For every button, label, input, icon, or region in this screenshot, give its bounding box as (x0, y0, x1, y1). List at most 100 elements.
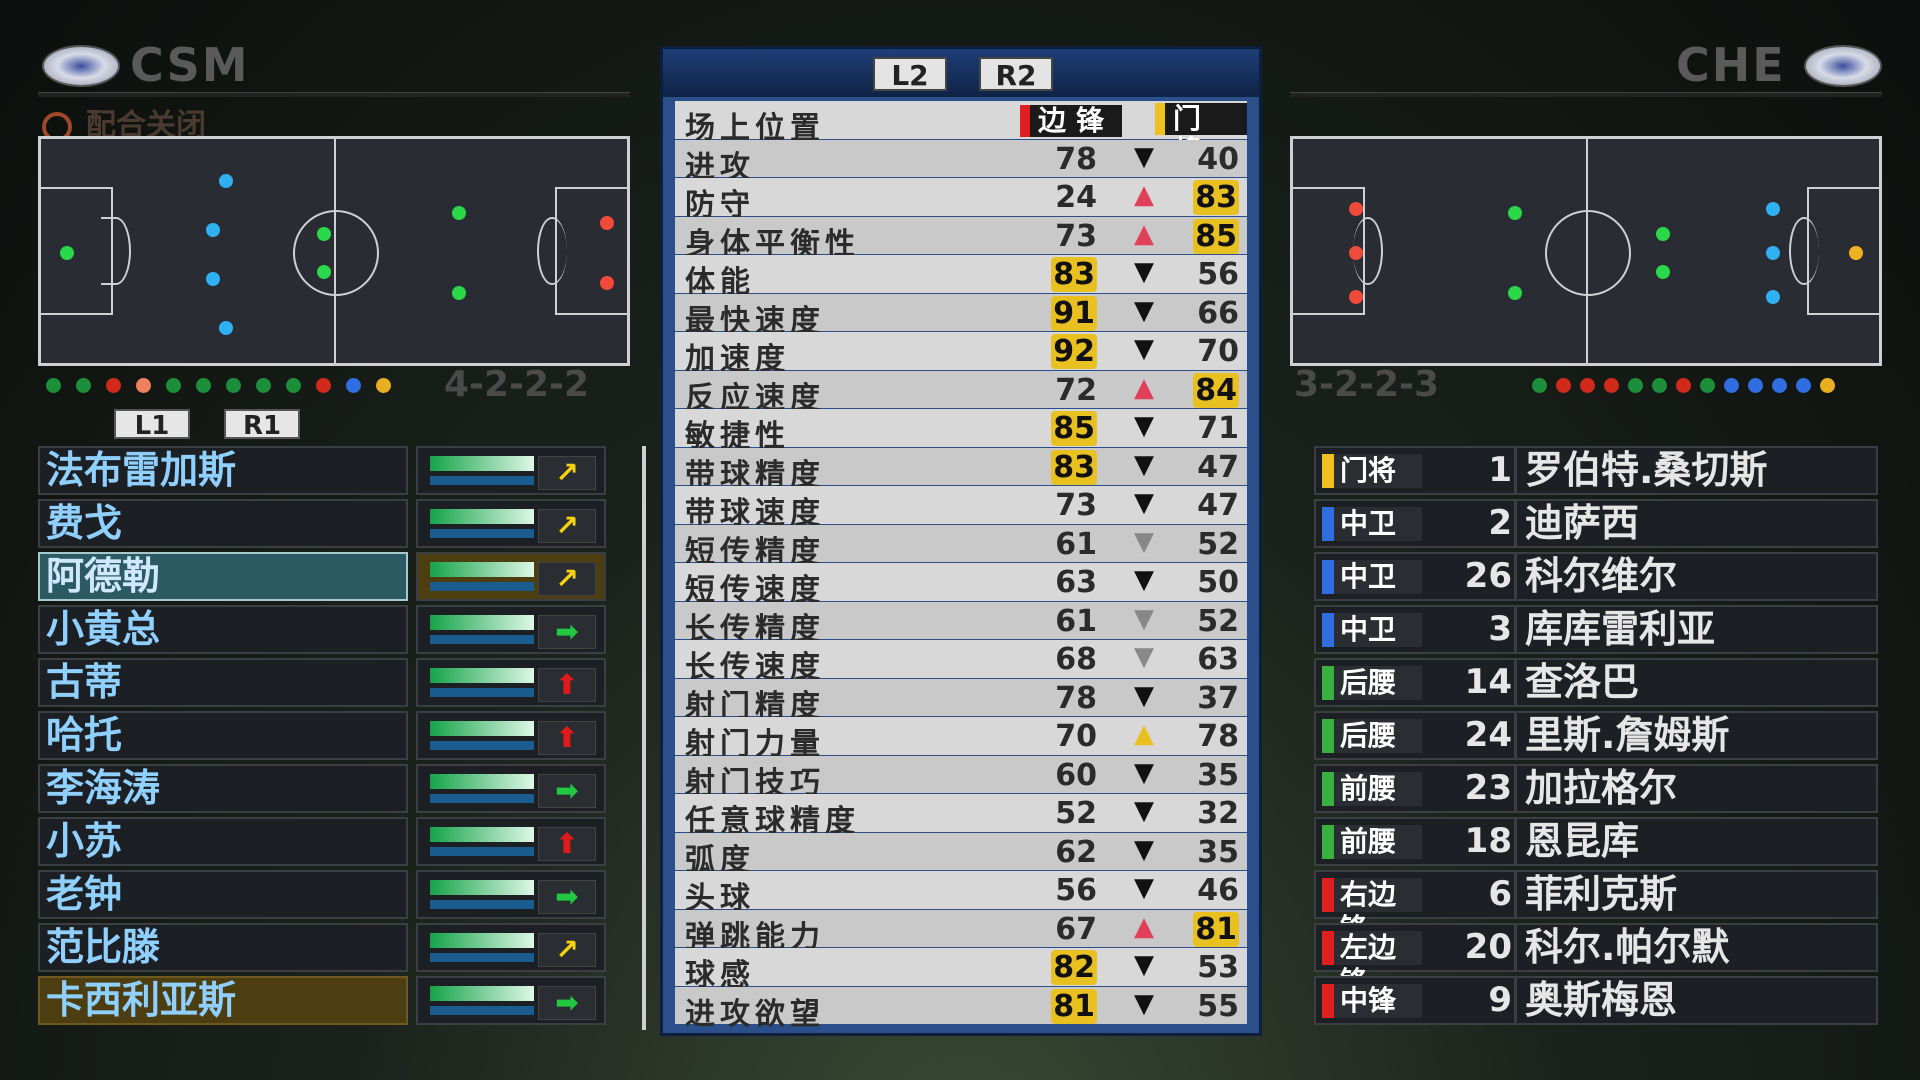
attribute-row: 射门技巧 60 ▼ 35 (675, 755, 1247, 801)
home-crest-icon (42, 45, 120, 87)
player-row[interactable]: 李海涛 ➡ (38, 764, 606, 813)
attribute-row: 球感 82 ▼ 53 (675, 948, 1247, 993)
player-row[interactable]: 前腰 18 恩昆库 (1314, 817, 1878, 866)
right-value-cell: 35 (1169, 758, 1239, 793)
player-row[interactable]: 中卫 2 迪萨西 (1314, 499, 1878, 548)
attribute-row: 带球速度 73 ▼ 47 (675, 486, 1247, 531)
left-value-cell: 60 (1017, 758, 1097, 793)
player-marker[interactable] (219, 321, 233, 335)
role-dot (166, 378, 181, 393)
position-tag: 前腰 (1322, 825, 1422, 859)
player-marker[interactable] (1656, 265, 1670, 279)
role-dot (1628, 378, 1643, 393)
player-marker[interactable] (60, 246, 74, 260)
left-value-cell: 67 (1017, 912, 1097, 947)
player-marker[interactable] (600, 216, 614, 230)
form-arrow-icon: ↗ (538, 933, 596, 967)
right-value-cell: 40 (1169, 142, 1239, 177)
stamina-bar (430, 668, 534, 683)
player-row[interactable]: 中卫 26 科尔维尔 (1314, 552, 1878, 601)
compare-arrow-icon: ▼ (1134, 757, 1154, 788)
role-dot (1748, 378, 1763, 393)
player-marker[interactable] (452, 286, 466, 300)
right-value-cell: 35 (1169, 835, 1239, 870)
r2-button[interactable]: R2 (979, 57, 1053, 92)
player-row[interactable]: 费戈 ↗ (38, 499, 606, 548)
compare-arrow-icon: ▼ (1134, 334, 1154, 364)
player-marker[interactable] (1766, 246, 1780, 260)
role-dot (46, 378, 61, 393)
player-row[interactable]: 老钟 ➡ (38, 870, 606, 919)
player-status: ⬆ (416, 817, 606, 866)
player-marker[interactable] (1508, 286, 1522, 300)
compare-arrow-icon: ▼ (1134, 950, 1154, 980)
attribute-row: 最快速度 91 ▼ 66 (675, 293, 1247, 339)
role-dot (376, 378, 391, 393)
l1-button[interactable]: L1 (114, 409, 190, 441)
player-row[interactable]: 法布雷加斯 ↗ (38, 446, 606, 495)
player-marker[interactable] (317, 265, 331, 279)
player-row[interactable]: 小黄总 ➡ (38, 605, 606, 654)
player-marker[interactable] (206, 223, 220, 237)
player-marker[interactable] (600, 276, 614, 290)
compare-arrow-icon: ▼ (1134, 295, 1154, 326)
player-row[interactable]: 后腰 24 里斯.詹姆斯 (1314, 711, 1878, 760)
right-value: 70 (1197, 334, 1239, 369)
left-value-cell: 82 (1017, 950, 1097, 985)
stamina-bar (430, 774, 534, 789)
right-value-cell: 46 (1169, 873, 1239, 908)
position-tag: 左边锋 (1322, 931, 1422, 998)
r1-button[interactable]: R1 (224, 409, 300, 441)
attribute-row: 身体平衡性 73 ▲ 85 (675, 216, 1247, 262)
player-row[interactable]: 阿德勒 ↗ (38, 552, 606, 601)
player-row[interactable]: 小苏 ⬆ (38, 817, 606, 866)
attribute-row: 弹跳能力 67 ▲ 81 (675, 909, 1247, 955)
player-marker[interactable] (1349, 290, 1363, 304)
player-row[interactable]: 中卫 3 库库雷利亚 (1314, 605, 1878, 654)
role-dot (346, 378, 361, 393)
player-row[interactable]: 左边锋20科尔.帕尔默 (1314, 923, 1878, 998)
stamina-bar (430, 456, 534, 471)
player-row[interactable]: 范比滕 ↗ (38, 923, 606, 972)
home-formation-pitch[interactable] (38, 136, 630, 366)
player-name: 科尔.帕尔默 (1514, 925, 1885, 970)
position-tag: 前腰 (1322, 772, 1422, 806)
scrollbar[interactable] (642, 446, 646, 1030)
position-tag: 中锋 (1322, 984, 1422, 1018)
attribute-row: 任意球精度 52 ▼ 32 (675, 794, 1247, 839)
player-marker[interactable] (206, 272, 220, 286)
player-row[interactable]: 门将 1 罗伯特.桑切斯 (1314, 446, 1878, 495)
player-marker[interactable] (1766, 202, 1780, 216)
player-marker[interactable] (1849, 246, 1863, 260)
player-row[interactable]: 前腰 23 加拉格尔 (1314, 764, 1878, 813)
left-value: 60 (1055, 757, 1097, 793)
player-marker[interactable] (1656, 227, 1670, 241)
compare-arrow-icon: ▼ (1134, 642, 1154, 672)
right-value-cell: 78 (1169, 719, 1239, 754)
left-value: 72 (1055, 372, 1097, 408)
shirt-number: 3 (1488, 609, 1512, 649)
player-marker[interactable] (1349, 246, 1363, 260)
player-marker[interactable] (317, 227, 331, 241)
away-formation-pitch[interactable] (1290, 136, 1882, 366)
position-tag: 门将 (1322, 454, 1422, 488)
player-marker[interactable] (452, 206, 466, 220)
player-row[interactable]: 右边锋6菲利克斯 (1314, 870, 1878, 945)
player-row[interactable]: 中锋 9 奥斯梅恩 (1314, 976, 1878, 1025)
left-value-cell: 92 (1017, 334, 1097, 369)
player-marker[interactable] (1508, 206, 1522, 220)
player-row[interactable]: 哈托 ⬆ (38, 711, 606, 760)
player-row[interactable]: 卡西利亚斯 ➡ (38, 976, 606, 1025)
right-value: 50 (1197, 565, 1239, 600)
player-marker[interactable] (219, 174, 233, 188)
role-dot (1796, 378, 1811, 393)
player-row[interactable]: 后腰 14 查洛巴 (1314, 658, 1878, 707)
player-marker[interactable] (1766, 290, 1780, 304)
player-marker[interactable] (1349, 202, 1363, 216)
right-value-cell: 71 (1169, 411, 1239, 446)
player-row[interactable]: 古蒂 ⬆ (38, 658, 606, 707)
fatigue-bar (430, 741, 534, 750)
player-name: 查洛巴 (1514, 660, 1885, 705)
left-value-cell: 78 (1017, 681, 1097, 716)
l2-button[interactable]: L2 (873, 57, 947, 92)
